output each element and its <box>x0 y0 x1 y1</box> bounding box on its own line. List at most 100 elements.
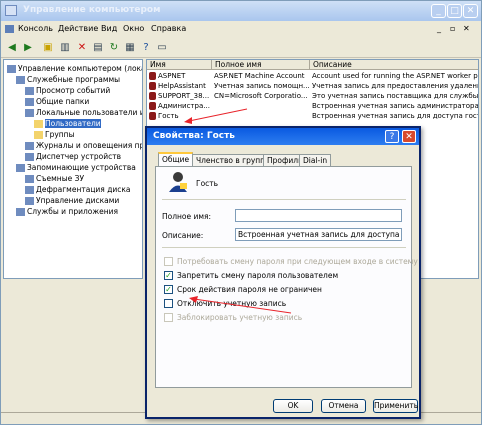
tree-item[interactable]: Диспетчер устройств <box>25 151 121 162</box>
checkbox[interactable]: ✓ <box>164 285 173 294</box>
close-icon[interactable]: ✕ <box>463 4 478 18</box>
delete-icon[interactable]: ✕ <box>75 41 89 55</box>
menu-minimize-icon[interactable]: _ <box>437 24 441 33</box>
dialog-title-bar[interactable]: Свойства: Гость ? ✕ <box>147 128 419 145</box>
cell-text: ASP.NET Machine Account <box>214 72 305 80</box>
checkbox-label[interactable]: Запретить смену пароля пользователем <box>177 271 338 280</box>
tree-item[interactable]: Запоминающие устройства <box>16 162 136 173</box>
tree-item-label: Локальные пользователи и группы <box>36 108 142 117</box>
cell-text: HelpAssistant <box>158 82 206 90</box>
console-icon <box>5 25 14 33</box>
menu-console[interactable]: Консоль <box>18 24 53 33</box>
tree-item[interactable]: Группы <box>34 129 75 140</box>
user-name-cell: HelpAssistant <box>149 81 211 91</box>
cell-text: ASPNET <box>158 72 186 80</box>
menu-close-icon[interactable]: ✕ <box>463 24 470 33</box>
properties-dialog: Свойства: Гость ? ✕ Общие Членство в гру… <box>145 126 421 419</box>
tree-item[interactable]: Просмотр событий <box>25 85 110 96</box>
full-name-label: Полное имя: <box>162 212 212 221</box>
checkbox-label[interactable]: Срок действия пароля не ограничен <box>177 285 322 294</box>
show-tree-icon[interactable]: ▥ <box>58 41 72 55</box>
app-icon <box>5 5 17 16</box>
node-icon <box>25 153 34 161</box>
console-tree-icon[interactable]: ▭ <box>155 41 169 55</box>
checkbox[interactable]: ✓ <box>164 271 173 280</box>
menu-help[interactable]: Справка <box>151 24 186 33</box>
tree-item[interactable]: Дефрагментация диска <box>25 184 131 195</box>
apply-button[interactable]: Применить <box>373 399 418 413</box>
tree-item[interactable]: Общие папки <box>25 96 89 107</box>
column-description[interactable]: Описание <box>310 60 478 70</box>
column-full-name[interactable]: Полное имя <box>212 60 310 70</box>
user-icon <box>149 102 156 110</box>
up-folder-icon[interactable]: ▣ <box>41 41 55 55</box>
user-icon <box>149 72 156 80</box>
dialog-help-icon[interactable]: ? <box>385 130 399 143</box>
column-name[interactable]: Имя <box>147 60 212 70</box>
list-item[interactable]: ASPNET ASP.NET Machine Account Account use… <box>147 71 478 81</box>
tree-item[interactable]: Журналы и оповещения производительности <box>25 140 142 151</box>
tree-item[interactable]: Управление компьютером (локальный) <box>7 63 142 74</box>
user-icon <box>149 112 156 120</box>
refresh-icon[interactable]: ↻ <box>107 41 121 55</box>
description-cell: Это учетная запись поставщика для службы… <box>312 91 479 101</box>
tab-dial-in[interactable]: Dial-in <box>299 154 332 166</box>
tree-item-label: Просмотр событий <box>36 86 111 95</box>
tab-general[interactable]: Общие <box>158 152 194 167</box>
separator <box>162 247 406 248</box>
help-icon[interactable]: ? <box>139 41 153 55</box>
folder-icon <box>34 120 43 128</box>
tree-item-label: Журналы и оповещения производительности <box>36 141 142 150</box>
tree-item[interactable]: Управление дисками <box>25 195 119 206</box>
tree-item[interactable]: Съемные ЗУ <box>25 173 84 184</box>
menu-action[interactable]: Действие <box>58 24 98 33</box>
cell-text: Встроенная учетная запись для доступа го… <box>312 112 478 120</box>
minimize-icon[interactable]: _ <box>431 4 446 18</box>
cell-text: Гость <box>158 112 179 120</box>
tree-item[interactable]: Служебные программы <box>16 74 120 85</box>
tree-item[interactable]: Локальные пользователи и группы <box>25 107 142 118</box>
cell-text: Учетная запись помощн... <box>214 82 309 90</box>
description-field[interactable]: Встроенная учетная запись для доступа го… <box>235 228 402 241</box>
properties-icon[interactable]: ▤ <box>91 41 105 55</box>
window-title: Управление компьютером <box>23 5 161 15</box>
cell-text: Учетная запись для предоставления удален… <box>312 82 478 90</box>
node-icon <box>25 87 34 95</box>
checkbox[interactable] <box>164 299 173 308</box>
node-icon <box>16 208 25 216</box>
list-item[interactable]: HelpAssistant Учетная запись помощн... Уче… <box>147 81 478 91</box>
tree-item[interactable]: Службы и приложения <box>16 206 118 217</box>
user-name: Гость <box>196 179 219 188</box>
full-name-field[interactable] <box>235 209 402 222</box>
maximize-icon[interactable]: □ <box>447 4 462 18</box>
menu-restore-icon[interactable]: ▫ <box>450 24 455 33</box>
menu-window[interactable]: Окно <box>123 24 144 33</box>
dialog-close-icon[interactable]: ✕ <box>402 130 416 143</box>
cancel-button[interactable]: Отмена <box>321 399 366 413</box>
export-icon[interactable]: ▦ <box>123 41 137 55</box>
console-tree[interactable]: Управление компьютером (локальный) Служеб… <box>3 59 143 279</box>
checkbox <box>164 257 173 266</box>
node-icon <box>16 164 25 172</box>
description-cell: Встроенная учетная запись администратора… <box>312 101 478 111</box>
annotation-arrow-disable <box>189 296 292 314</box>
menu-view[interactable]: Вид <box>101 24 117 33</box>
user-icon <box>149 92 156 100</box>
full-name-cell: Учетная запись помощн... <box>214 81 309 91</box>
list-item[interactable]: SUPPORT_38... CN=Microsoft Corporatio... Э… <box>147 91 479 101</box>
user-avatar-icon <box>169 172 187 192</box>
node-icon <box>25 109 34 117</box>
cell-text: Account used for running the ASP.NET wor… <box>312 72 478 80</box>
tree-item-label: Дефрагментация диска <box>36 185 131 194</box>
checkbox-label: Потребовать смену пароля при следующем в… <box>177 257 418 266</box>
tree-item-label: Пользователи <box>45 119 101 128</box>
cell-text: Это учетная запись поставщика для службы… <box>312 92 479 100</box>
general-tab-panel: Гость Полное имя: Описание: Встроенная у… <box>155 166 418 388</box>
cell-text: CN=Microsoft Corporatio... <box>214 92 308 100</box>
tree-item[interactable]: Пользователи <box>34 118 101 129</box>
title-bar[interactable]: Управление компьютером _ □ ✕ <box>1 1 481 21</box>
forward-icon[interactable]: ▶ <box>21 41 35 55</box>
tree-item-label: Управление дисками <box>36 196 120 205</box>
ok-button[interactable]: OK <box>273 399 313 413</box>
back-icon[interactable]: ◀ <box>5 41 19 55</box>
